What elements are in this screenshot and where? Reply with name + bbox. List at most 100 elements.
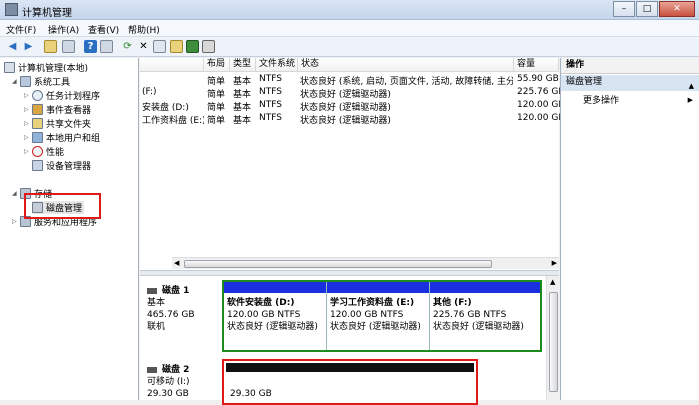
properties-icon[interactable]	[153, 40, 166, 53]
tree-item-system-tools[interactable]: ◢ 系统工具	[12, 75, 70, 88]
tree-item-local-users[interactable]: ▷ 本地用户和组	[24, 131, 100, 144]
menu-file[interactable]: 文件(F)	[6, 23, 36, 36]
tree-item-task-scheduler[interactable]: ▷ 任务计划程序	[24, 89, 100, 102]
menu-view[interactable]: 查看(V)	[88, 23, 119, 36]
partition-bar	[327, 282, 429, 293]
tree-item-event-viewer[interactable]: ▷ 事件查看器	[24, 103, 91, 116]
expand-arrow-icon[interactable]: ▷	[24, 106, 32, 113]
computer-icon	[4, 62, 15, 73]
disk2-info[interactable]: 磁盘 2 可移动 (I:) 29.30 GB	[147, 364, 190, 400]
open-folder-icon[interactable]	[170, 40, 183, 53]
maximize-button[interactable]: □	[636, 1, 658, 17]
scrollbar-thumb[interactable]	[549, 292, 558, 392]
horizontal-scrollbar[interactable]: ◀ ▶	[172, 257, 559, 269]
cell-status: 状态良好 (系统, 启动, 页面文件, 活动, 故障转储, 主分区)	[300, 77, 513, 87]
scroll-left-icon[interactable]: ◀	[174, 259, 179, 267]
submenu-arrow-icon[interactable]: ▶	[688, 96, 693, 104]
partition-label: 其他 (F:)	[433, 298, 472, 308]
menu-help[interactable]: 帮助(H)	[128, 23, 160, 36]
cell-status: 状态良好 (逻辑驱动器)	[300, 103, 391, 113]
partition-detail: 225.76 GB NTFS	[433, 310, 507, 320]
collapse-arrow-icon[interactable]: ◢	[12, 190, 20, 197]
expand-arrow-icon[interactable]: ▷	[24, 134, 32, 141]
device-manager-icon	[32, 160, 43, 171]
search-icon[interactable]	[186, 40, 199, 53]
column-header-type[interactable]: 类型	[230, 58, 256, 72]
disk2-kind: 可移动 (I:)	[147, 377, 190, 387]
show-action-pane-icon[interactable]	[100, 40, 113, 53]
up-folder-icon[interactable]	[44, 40, 57, 53]
refresh-icon[interactable]: ⟳	[121, 40, 134, 53]
cell-capacity: 225.76 GB	[517, 87, 565, 97]
column-header-capacity[interactable]: 容量	[514, 58, 559, 72]
scroll-right-icon[interactable]: ▶	[552, 259, 557, 267]
column-header-status[interactable]: 状态	[298, 58, 514, 72]
cell-volume	[142, 74, 202, 87]
collapse-arrow-icon[interactable]: ◢	[12, 78, 20, 85]
cell-fs: NTFS	[259, 100, 282, 110]
partition-e[interactable]: 学习工作资料盘 (E:) 120.00 GB NTFS 状态良好 (逻辑驱动器)	[327, 282, 430, 350]
window-title: 计算机管理	[22, 8, 72, 19]
expand-arrow-icon[interactable]: ▷	[12, 218, 20, 225]
partition-d[interactable]: 软件安装盘 (D:) 120.00 GB NTFS 状态良好 (逻辑驱动器)	[224, 282, 327, 350]
back-icon[interactable]: ◀	[6, 40, 19, 53]
cell-fs: NTFS	[259, 87, 282, 97]
cell-type: 基本	[233, 77, 252, 87]
menu-bar: 文件(F) 操作(A) 查看(V) 帮助(H)	[0, 20, 699, 37]
actions-header: 操作	[561, 58, 699, 74]
console-icon[interactable]	[202, 40, 215, 53]
cell-layout: 简单	[207, 103, 226, 113]
disk2-name-row: 磁盘 2	[147, 364, 190, 376]
cell-type: 基本	[233, 116, 252, 126]
computer-management-icon	[5, 3, 18, 16]
collapse-up-icon[interactable]: ▲	[689, 79, 694, 94]
tools-icon	[20, 76, 31, 87]
performance-icon	[32, 146, 43, 157]
tree-item-shared-folders[interactable]: ▷ 共享文件夹	[24, 117, 91, 130]
help-icon[interactable]: ?	[84, 40, 97, 53]
cell-capacity: 120.00 GB	[517, 113, 565, 123]
cell-fs: NTFS	[259, 74, 282, 84]
minimize-button[interactable]: –	[613, 1, 635, 17]
vertical-scrollbar[interactable]: ▲	[546, 276, 559, 400]
cell-layout: 简单	[207, 116, 226, 126]
cell-type: 基本	[233, 90, 252, 100]
cell-status: 状态良好 (逻辑驱动器)	[300, 116, 391, 126]
menu-action[interactable]: 操作(A)	[48, 23, 79, 36]
cell-layout: 简单	[207, 90, 226, 100]
cell-type: 基本	[233, 103, 252, 113]
partition-label: 软件安装盘 (D:)	[227, 298, 295, 308]
tree-item-root[interactable]: 计算机管理(本地)	[4, 61, 88, 74]
event-viewer-icon	[32, 104, 43, 115]
column-header-volume[interactable]	[140, 58, 204, 72]
partition-label: 学习工作资料盘 (E:)	[330, 298, 415, 308]
disk2-partition[interactable]: 29.30 GB	[222, 359, 478, 405]
disk1-info[interactable]: 磁盘 1 基本 465.76 GB 联机	[147, 285, 195, 333]
expand-arrow-icon[interactable]: ▷	[24, 120, 32, 127]
show-tree-icon[interactable]	[62, 40, 75, 53]
column-header-fs[interactable]: 文件系统	[256, 58, 298, 72]
tree-item-device-manager[interactable]: 设备管理器	[32, 159, 91, 172]
pane-splitter[interactable]	[140, 270, 559, 276]
disk1-partitions: 软件安装盘 (D:) 120.00 GB NTFS 状态良好 (逻辑驱动器) 学…	[222, 280, 542, 352]
partition-f[interactable]: 其他 (F:) 225.76 GB NTFS 状态良好 (逻辑驱动器)	[430, 282, 540, 350]
disk1-name-row: 磁盘 1	[147, 285, 195, 297]
close-button[interactable]: ✕	[659, 1, 695, 17]
disk2-size: 29.30 GB	[147, 389, 189, 399]
scroll-up-icon[interactable]: ▲	[550, 278, 555, 286]
cell-volume: 工作资料盘 (E:)	[142, 116, 204, 126]
partition-bar	[226, 363, 474, 372]
more-actions[interactable]: 更多操作	[583, 93, 619, 106]
actions-section[interactable]: 磁盘管理 ▲	[561, 75, 699, 91]
expand-arrow-icon[interactable]: ▷	[24, 92, 32, 99]
tree-item-performance[interactable]: ▷ 性能	[24, 145, 64, 158]
column-header-layout[interactable]: 布局	[204, 58, 230, 72]
delete-icon[interactable]: ✕	[137, 40, 150, 53]
scrollbar-thumb[interactable]	[184, 260, 492, 268]
shared-folder-icon	[32, 118, 43, 129]
partition-detail: 120.00 GB NTFS	[330, 310, 404, 320]
expand-arrow-icon[interactable]: ▷	[24, 148, 32, 155]
partition-status: 状态良好 (逻辑驱动器)	[330, 322, 421, 332]
disk1-kind: 基本	[147, 298, 166, 308]
forward-icon[interactable]: ▶	[22, 40, 35, 53]
